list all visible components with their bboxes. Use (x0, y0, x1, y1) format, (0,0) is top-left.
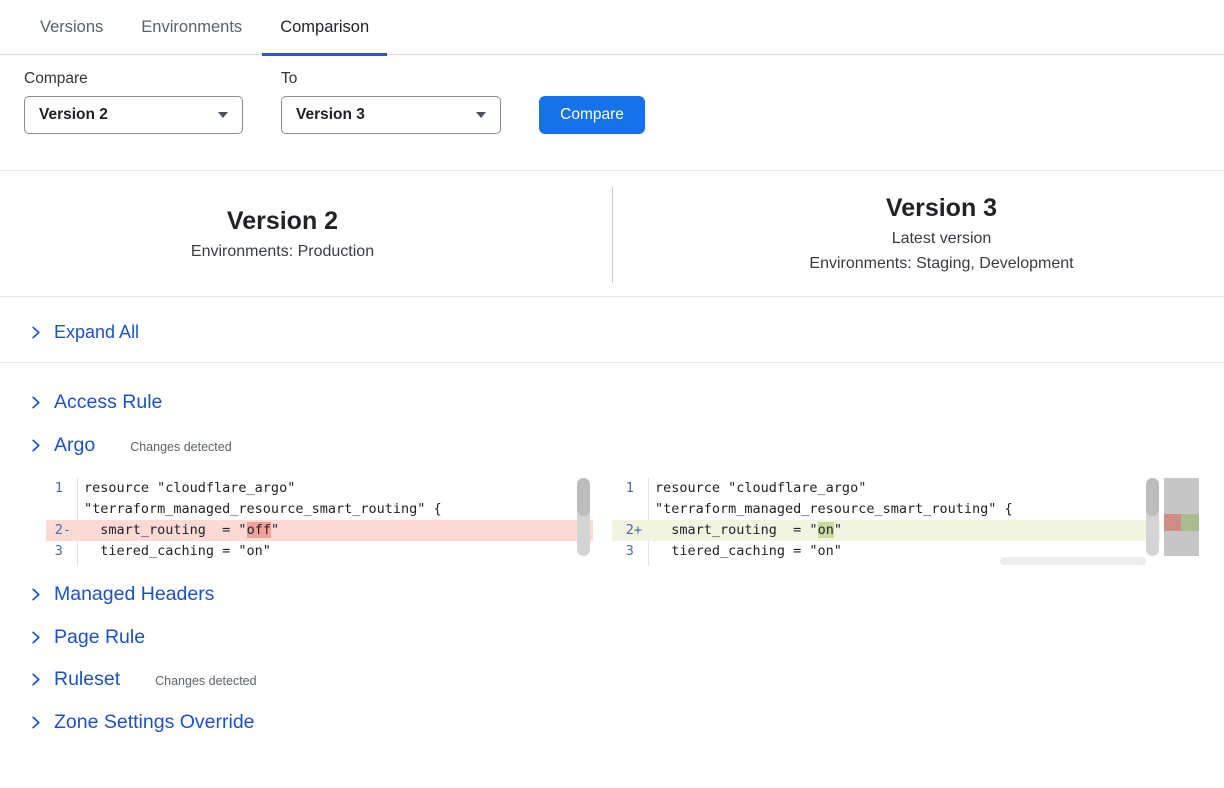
compare-from-select[interactable]: Version 2 (24, 96, 243, 134)
code-text: "terraform_managed_resource_smart_routin… (648, 499, 1013, 520)
diff-pane-right: 1 resource "cloudflare_argo" "terraform_… (612, 478, 1160, 566)
version-left-title: Version 2 (227, 207, 338, 236)
minimap-added-marker (1181, 514, 1199, 531)
compare-label: Compare (24, 70, 88, 88)
chevron-right-icon (28, 438, 43, 453)
expand-all-label: Expand All (54, 322, 139, 343)
section-access-rule[interactable]: Access Rule (28, 391, 162, 414)
diff-line: } (46, 562, 593, 566)
chevron-right-icon (28, 325, 43, 340)
diff-line: 2- smart_routing = "off" (46, 520, 593, 541)
diff-line: 3 tiered_caching = "on" (46, 541, 593, 562)
changes-detected-badge: Changes detected (130, 440, 231, 454)
version-right-column: Version 3 Latest version Environments: S… (615, 171, 1224, 296)
diff-line: 2+ smart_routing = "on" (612, 520, 1160, 541)
version-right-environments: Environments: Staging, Development (809, 255, 1073, 273)
code-text: smart_routing = "off" (77, 520, 279, 541)
section-ruleset[interactable]: Ruleset Changes detected (28, 668, 257, 691)
section-zone-settings-override[interactable]: Zone Settings Override (28, 711, 255, 734)
code-text: tiered_caching = "on" (648, 541, 842, 562)
changed-token: on (818, 522, 834, 538)
version-left-environments: Environments: Production (191, 243, 374, 261)
line-number (612, 562, 642, 566)
divider (0, 362, 1224, 363)
diff-line: "terraform_managed_resource_smart_routin… (46, 499, 593, 520)
compare-from-value: Version 2 (39, 106, 108, 124)
diff-line: 1 resource "cloudflare_argo" (612, 478, 1160, 499)
code-text: resource "cloudflare_argo" (648, 478, 866, 499)
right-pane-scrollbar[interactable] (1146, 478, 1159, 556)
section-title: Page Rule (54, 626, 145, 649)
tab-environments[interactable]: Environments (141, 0, 242, 54)
to-label: To (281, 70, 297, 88)
code-text: resource "cloudflare_argo" (77, 478, 295, 499)
version-left-column: Version 2 Environments: Production (0, 171, 615, 296)
chevron-right-icon (28, 672, 43, 687)
tab-versions[interactable]: Versions (40, 0, 103, 54)
horizontal-scrollbar[interactable] (1000, 557, 1146, 565)
diff-pane-left: 1 resource "cloudflare_argo" "terraform_… (46, 478, 593, 566)
diff-line: 1 resource "cloudflare_argo" (46, 478, 593, 499)
changes-detected-badge: Changes detected (155, 674, 256, 688)
line-number (46, 499, 71, 520)
left-pane-scrollbar[interactable] (577, 478, 590, 556)
section-page-rule[interactable]: Page Rule (28, 626, 145, 649)
diff-line: "terraform_managed_resource_smart_routin… (612, 499, 1160, 520)
divider (0, 296, 1224, 297)
line-number: 3 (46, 541, 71, 562)
compare-button[interactable]: Compare (539, 96, 645, 134)
chevron-down-icon (218, 112, 228, 118)
diff-minimap[interactable] (1164, 478, 1199, 556)
chevron-right-icon (28, 587, 43, 602)
version-right-title: Version 3 (886, 194, 997, 223)
section-title: Zone Settings Override (54, 711, 255, 734)
code-text: "terraform_managed_resource_smart_routin… (77, 499, 442, 520)
column-divider (612, 187, 613, 283)
section-title: Argo (54, 434, 95, 457)
line-number: 2- (46, 520, 71, 541)
line-number (46, 562, 71, 566)
chevron-down-icon (476, 112, 486, 118)
compare-to-value: Version 3 (296, 106, 365, 124)
code-text: tiered_caching = "on" (77, 541, 271, 562)
scrollbar-thumb[interactable] (577, 478, 590, 516)
code-text: } (77, 562, 92, 566)
code-text: } (648, 562, 663, 566)
section-title: Access Rule (54, 391, 162, 414)
compare-to-select[interactable]: Version 3 (281, 96, 501, 134)
section-title: Ruleset (54, 668, 120, 691)
chevron-right-icon (28, 395, 43, 410)
chevron-right-icon (28, 715, 43, 730)
code-text: smart_routing = "on" (648, 520, 842, 541)
tab-comparison[interactable]: Comparison (280, 0, 369, 54)
chevron-right-icon (28, 630, 43, 645)
section-managed-headers[interactable]: Managed Headers (28, 583, 214, 606)
line-number: 3 (612, 541, 642, 562)
version-right-subtitle: Latest version (892, 230, 992, 248)
line-number: 1 (46, 478, 71, 499)
minimap-removed-marker (1164, 514, 1181, 531)
line-number: 2+ (612, 520, 642, 541)
tab-bar: Versions Environments Comparison (0, 0, 1224, 55)
section-argo[interactable]: Argo Changes detected (28, 434, 232, 457)
section-title: Managed Headers (54, 583, 214, 606)
line-number: 1 (612, 478, 642, 499)
changed-token: off (247, 522, 271, 538)
expand-all-button[interactable]: Expand All (28, 322, 139, 343)
line-number (612, 499, 642, 520)
scrollbar-thumb[interactable] (1146, 478, 1159, 516)
